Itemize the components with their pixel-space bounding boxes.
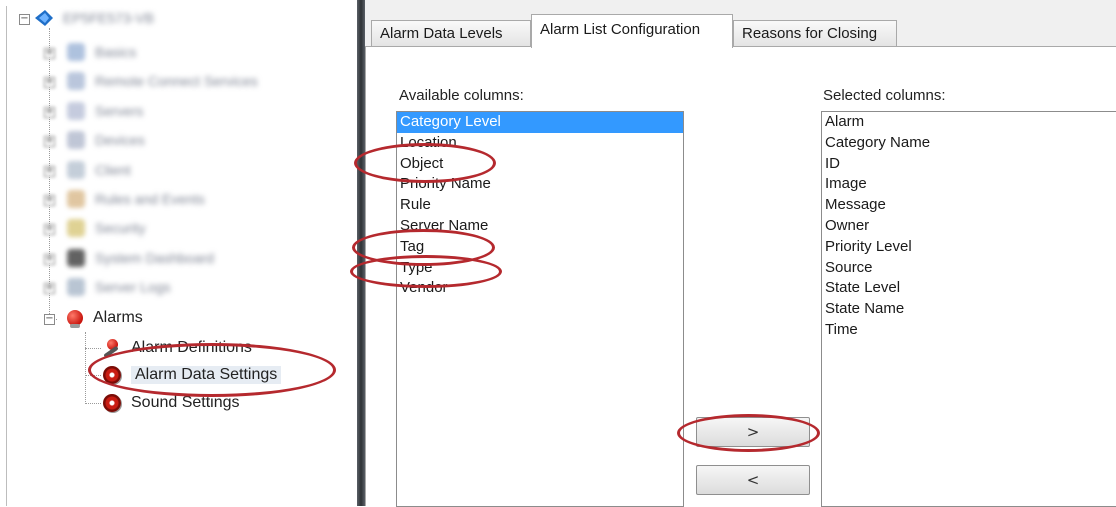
tree-node-label: Server Logs xyxy=(95,279,171,296)
list-item[interactable]: Category Name xyxy=(822,133,1116,154)
tree-node-blurred[interactable]: Remote Connect Services xyxy=(67,69,258,93)
alarm-list-configuration-page: Available columns: Category Level Locatio… xyxy=(365,46,1116,507)
tab-alarm-list-configuration[interactable]: Alarm List Configuration xyxy=(531,14,733,48)
collapse-alarms-icon[interactable]: − xyxy=(44,314,55,325)
log-icon xyxy=(67,278,85,297)
camera-icon xyxy=(67,131,85,150)
remove-column-button[interactable]: < xyxy=(696,465,810,495)
sound-icon xyxy=(103,394,121,412)
tree-node-alarm-data-settings-label: Alarm Data Settings xyxy=(131,366,282,384)
list-item[interactable]: Time xyxy=(822,320,1116,341)
selected-columns-list[interactable]: Alarm Category Name ID Image Message Owner Pri… xyxy=(821,111,1116,507)
server-icon xyxy=(67,101,85,120)
tree-node-blurred[interactable]: Server Logs xyxy=(67,275,170,299)
expand-node-icon[interactable]: + xyxy=(44,253,55,265)
tab-reasons-for-closing[interactable]: Reasons for Closing xyxy=(733,20,897,46)
tree-node-sound-settings[interactable]: Sound Settings xyxy=(103,391,240,415)
list-item[interactable]: Owner xyxy=(822,216,1116,237)
tab-strip: Alarm Data Levels Alarm List Configurati… xyxy=(365,0,1116,48)
list-item[interactable]: Alarm xyxy=(822,112,1116,133)
tree-node-blurred[interactable]: Security xyxy=(67,216,146,240)
expand-node-icon[interactable]: + xyxy=(44,195,55,206)
expand-node-icon[interactable]: + xyxy=(44,283,55,295)
tree-node-alarms-label: Alarms xyxy=(93,309,143,326)
expand-node-icon[interactable]: + xyxy=(44,136,55,148)
list-item[interactable]: Category Level xyxy=(397,112,683,133)
tree-node-label: Remote Connect Services xyxy=(95,73,258,90)
list-item[interactable]: State Level xyxy=(822,278,1116,299)
list-item[interactable]: Image xyxy=(822,174,1116,195)
add-column-button[interactable]: > xyxy=(696,417,810,447)
list-item[interactable]: Message xyxy=(822,195,1116,216)
alarm-bell-icon xyxy=(67,310,83,328)
tree-node-blurred[interactable]: Basics xyxy=(67,40,136,64)
tree-node-label: System Dashboard xyxy=(95,249,215,266)
list-item[interactable]: Object xyxy=(397,154,683,175)
expand-node-icon[interactable]: + xyxy=(44,106,55,118)
list-item[interactable]: Rule xyxy=(397,195,683,216)
list-item[interactable]: Type xyxy=(397,258,683,279)
tree-connector xyxy=(85,375,101,376)
list-item[interactable]: Source xyxy=(822,258,1116,279)
list-item[interactable]: Location xyxy=(397,133,683,154)
list-item[interactable]: State Name xyxy=(822,299,1116,320)
blue-square-icon xyxy=(67,43,85,61)
dashboard-icon xyxy=(67,248,85,267)
tree-root-label: EP5FE573-VB xyxy=(63,10,155,26)
settings-panel: Alarm Data Levels Alarm List Configurati… xyxy=(365,0,1116,507)
list-item[interactable]: Priority Name xyxy=(397,174,683,195)
expand-node-icon[interactable]: + xyxy=(44,77,55,89)
expand-node-icon[interactable]: + xyxy=(44,224,55,236)
selected-columns-label: Selected columns: xyxy=(823,87,946,104)
cloud-icon xyxy=(67,72,85,91)
list-item[interactable]: Server Name xyxy=(397,216,683,237)
tree-node-alarm-data-settings[interactable]: Alarm Data Settings xyxy=(103,363,282,387)
tab-alarm-data-levels[interactable]: Alarm Data Levels xyxy=(371,20,531,46)
tree-node-alarms[interactable]: Alarms xyxy=(67,306,143,330)
tree-node-label: Devices xyxy=(95,132,145,149)
tree-node-alarm-definitions[interactable]: Alarm Definitions xyxy=(103,336,252,360)
monitor-icon xyxy=(67,160,85,179)
available-columns-label: Available columns: xyxy=(399,87,524,104)
site-navigation-tree: − EP5FE573-VB + Basics + Remote Connect Ser… xyxy=(6,6,355,506)
server-root-icon xyxy=(35,10,53,26)
tree-node-blurred[interactable]: Rules and Events xyxy=(67,187,205,211)
tree-node-label: Rules and Events xyxy=(95,191,205,207)
tree-node-label: Servers xyxy=(95,102,144,119)
tree-node-label: Basics xyxy=(95,44,137,60)
tree-guide-line xyxy=(85,332,86,404)
list-item[interactable]: Tag xyxy=(397,237,683,258)
lock-icon xyxy=(67,219,85,238)
alarm-definition-icon xyxy=(103,339,121,359)
tree-node-blurred[interactable]: Servers xyxy=(67,99,143,123)
tree-node-label: Security xyxy=(95,220,146,237)
tree-node-blurred[interactable]: Client xyxy=(67,158,131,182)
tree-connector xyxy=(85,348,101,349)
available-columns-list[interactable]: Category Level Location Object Priority Nam… xyxy=(396,111,684,507)
expand-node-icon[interactable]: + xyxy=(44,48,55,59)
list-item[interactable]: ID xyxy=(822,154,1116,175)
tree-node-label: Client xyxy=(95,161,131,178)
collapse-root-icon[interactable]: − xyxy=(19,14,30,25)
tree-node-sound-settings-label: Sound Settings xyxy=(131,394,240,411)
list-item[interactable]: Priority Level xyxy=(822,237,1116,258)
tree-connector xyxy=(85,403,101,404)
tree-node-blurred[interactable]: Devices xyxy=(67,128,145,152)
rules-icon xyxy=(67,190,85,208)
tree-node-alarm-definitions-label: Alarm Definitions xyxy=(131,339,252,356)
expand-node-icon[interactable]: + xyxy=(44,165,55,177)
list-item[interactable]: Vendor xyxy=(397,278,683,299)
tree-node-blurred[interactable]: System Dashboard xyxy=(67,246,214,270)
management-client-window: − EP5FE573-VB + Basics + Remote Connect Ser… xyxy=(0,0,1116,507)
pane-splitter[interactable] xyxy=(357,0,365,506)
tree-root-node[interactable]: EP5FE573-VB xyxy=(33,6,154,30)
alarm-data-icon xyxy=(103,366,121,384)
